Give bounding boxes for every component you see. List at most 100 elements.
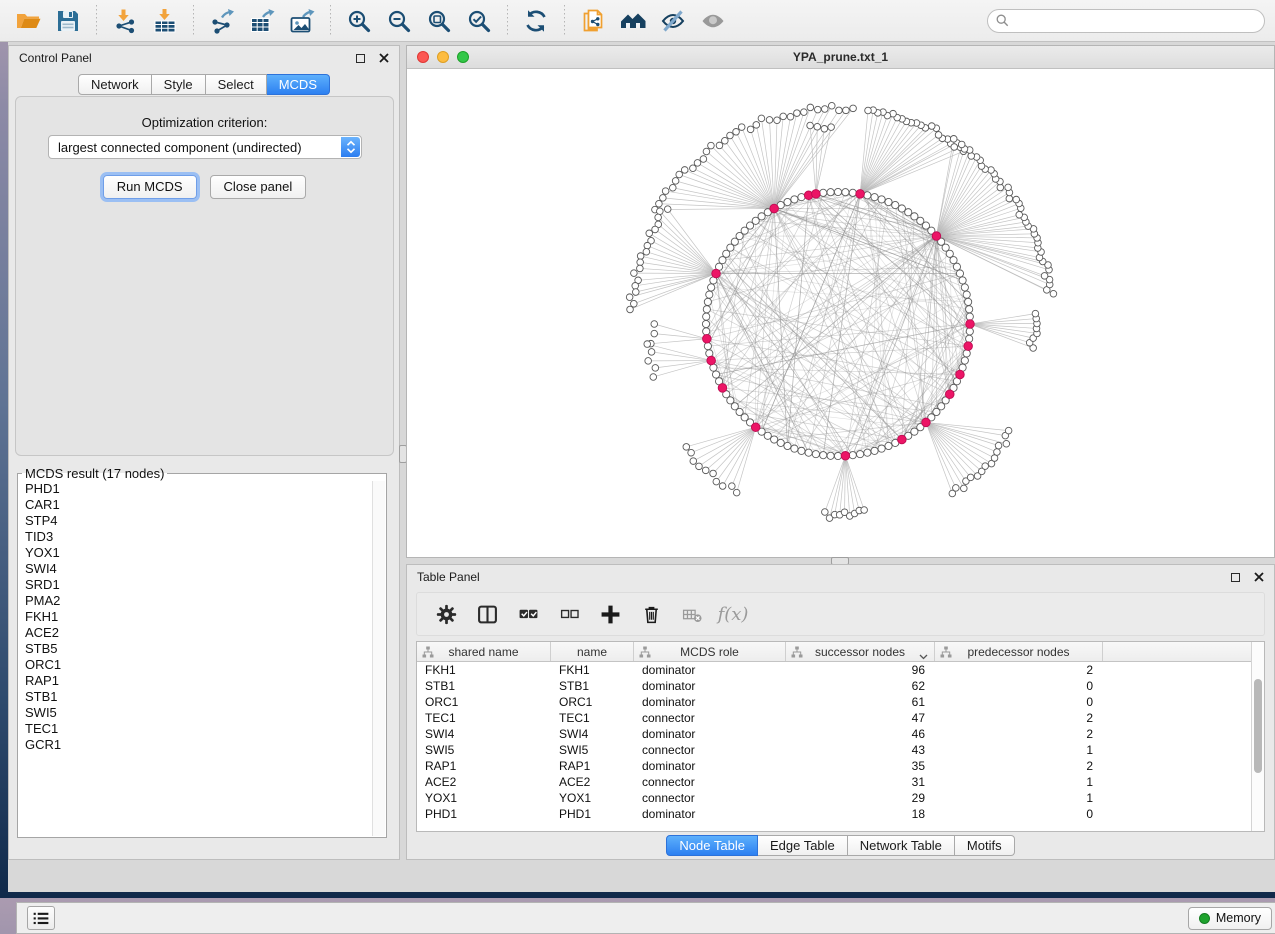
graph-node[interactable] <box>822 509 829 516</box>
graph-dominator-node[interactable] <box>841 451 850 460</box>
scrollbar-thumb[interactable] <box>1254 679 1262 773</box>
graph-node[interactable] <box>958 141 965 148</box>
graph-node[interactable] <box>821 125 828 132</box>
graph-node[interactable] <box>864 449 871 456</box>
graph-node[interactable] <box>777 439 784 446</box>
graph-node[interactable] <box>696 463 703 470</box>
graph-node[interactable] <box>892 201 899 208</box>
graph-node[interactable] <box>681 167 688 174</box>
graph-node[interactable] <box>738 124 745 131</box>
graph-node[interactable] <box>626 294 633 301</box>
graph-node[interactable] <box>820 189 827 196</box>
graph-node[interactable] <box>1003 440 1010 447</box>
graph-dominator-node[interactable] <box>966 320 975 329</box>
graph-node[interactable] <box>961 284 968 291</box>
graph-node[interactable] <box>871 447 878 454</box>
import-table-button[interactable] <box>146 4 184 38</box>
graph-node[interactable] <box>645 358 652 365</box>
graph-node[interactable] <box>733 128 740 135</box>
graph-node[interactable] <box>843 107 850 114</box>
graph-node[interactable] <box>951 144 958 151</box>
graph-node[interactable] <box>703 328 710 335</box>
mcds-result-item[interactable]: SWI4 <box>19 561 372 577</box>
graph-node[interactable] <box>646 230 653 237</box>
graph-node[interactable] <box>1032 310 1039 317</box>
column-header-mcds-role[interactable]: MCDS role <box>634 642 786 661</box>
table-row[interactable]: TEC1TEC1connector472 <box>417 710 1264 726</box>
table-row[interactable]: SWI4SWI4dominator462 <box>417 726 1264 742</box>
graph-node[interactable] <box>708 142 715 149</box>
graph-node[interactable] <box>716 142 723 149</box>
tab-network-table[interactable]: Network Table <box>848 835 955 856</box>
graph-node[interactable] <box>966 328 973 335</box>
graph-node[interactable] <box>995 442 1002 449</box>
graph-node[interactable] <box>794 110 801 117</box>
mcds-result-item[interactable]: FKH1 <box>19 609 372 625</box>
memory-button[interactable]: Memory <box>1188 907 1272 930</box>
mcds-result-item[interactable]: SRD1 <box>19 577 372 593</box>
mcds-result-item[interactable]: TID3 <box>19 529 372 545</box>
mcds-result-item[interactable]: SWI5 <box>19 705 372 721</box>
graph-node[interactable] <box>842 189 849 196</box>
graph-node[interactable] <box>631 270 638 277</box>
graph-node[interactable] <box>694 160 701 167</box>
graph-node[interactable] <box>644 341 651 348</box>
graph-node[interactable] <box>966 306 973 313</box>
graph-node[interactable] <box>713 478 720 485</box>
graph-node[interactable] <box>648 349 655 356</box>
graph-node[interactable] <box>849 452 856 459</box>
graph-node[interactable] <box>637 253 644 260</box>
graph-node[interactable] <box>708 284 715 291</box>
graph-node[interactable] <box>710 470 717 477</box>
table-settings-button[interactable] <box>433 601 459 627</box>
graph-node[interactable] <box>965 298 972 305</box>
graph-node[interactable] <box>878 445 885 452</box>
graph-node[interactable] <box>719 483 726 490</box>
tab-mcds[interactable]: MCDS <box>267 74 330 95</box>
tab-node-table[interactable]: Node Table <box>666 835 758 856</box>
graph-node[interactable] <box>834 452 841 459</box>
graph-node[interactable] <box>959 277 966 284</box>
graph-node[interactable] <box>662 188 669 195</box>
share-network-document-button[interactable] <box>574 4 612 38</box>
mcds-result-item[interactable]: TEC1 <box>19 721 372 737</box>
mcds-result-item[interactable]: RAP1 <box>19 673 372 689</box>
graph-node[interactable] <box>963 350 970 357</box>
table-row[interactable]: RAP1RAP1dominator352 <box>417 758 1264 774</box>
graph-node[interactable] <box>652 365 659 372</box>
graph-node[interactable] <box>780 113 787 120</box>
mcds-result-item[interactable]: YOX1 <box>19 545 372 561</box>
minimize-window-icon[interactable] <box>437 51 449 63</box>
graph-node[interactable] <box>821 106 828 113</box>
mcds-result-item[interactable]: STB1 <box>19 689 372 705</box>
graph-node[interactable] <box>703 148 710 155</box>
graph-node[interactable] <box>805 449 812 456</box>
mcds-result-item[interactable]: ORC1 <box>19 657 372 673</box>
graph-dominator-node[interactable] <box>932 232 941 241</box>
graph-dominator-node[interactable] <box>751 423 760 432</box>
graph-node[interactable] <box>850 105 857 112</box>
graph-node[interactable] <box>784 442 791 449</box>
graph-node[interactable] <box>885 442 892 449</box>
delete-column-button[interactable] <box>638 601 664 627</box>
tab-style[interactable]: Style <box>152 74 206 95</box>
deselect-all-rows-button[interactable] <box>556 601 582 627</box>
graph-dominator-node[interactable] <box>712 269 721 278</box>
graph-node[interactable] <box>827 452 834 459</box>
graph-node[interactable] <box>703 313 710 320</box>
graph-dominator-node[interactable] <box>718 384 727 393</box>
graph-node[interactable] <box>657 208 664 215</box>
graph-node[interactable] <box>807 104 814 111</box>
graph-node[interactable] <box>651 321 658 328</box>
graph-node[interactable] <box>828 124 835 131</box>
table-row[interactable]: FKH1FKH1dominator962 <box>417 662 1264 678</box>
float-window-icon[interactable] <box>356 54 365 63</box>
graph-node[interactable] <box>953 485 960 492</box>
mcds-list-scrollbar[interactable] <box>372 481 385 836</box>
zoom-selected-button[interactable] <box>460 4 498 38</box>
graph-dominator-node[interactable] <box>898 435 907 444</box>
search-box[interactable] <box>987 9 1265 33</box>
mcds-result-list[interactable]: PHD1CAR1STP4TID3YOX1SWI4SRD1PMA2FKH1ACE2… <box>19 481 372 836</box>
mcds-result-item[interactable]: STP4 <box>19 513 372 529</box>
graph-node[interactable] <box>798 447 805 454</box>
